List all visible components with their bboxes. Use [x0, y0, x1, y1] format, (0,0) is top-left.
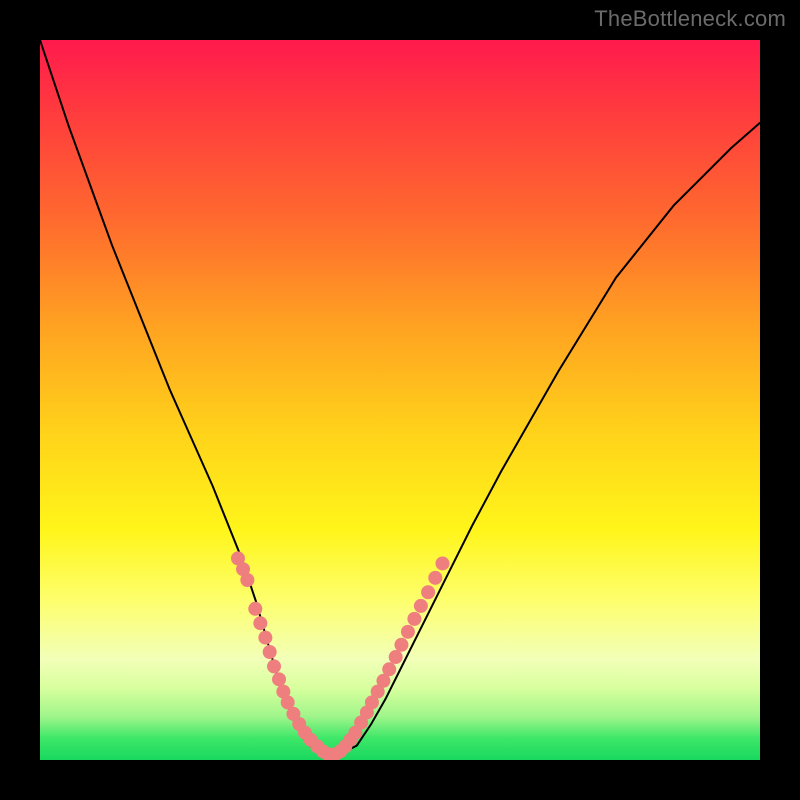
- plot-area: [40, 40, 760, 760]
- watermark-text: TheBottleneck.com: [594, 6, 786, 32]
- data-point: [240, 573, 254, 587]
- curve-layer: [40, 40, 760, 760]
- data-point: [389, 650, 403, 664]
- data-point: [382, 662, 396, 676]
- data-point: [414, 599, 428, 613]
- chart-frame: TheBottleneck.com: [0, 0, 800, 800]
- data-point: [258, 631, 272, 645]
- data-point: [248, 602, 262, 616]
- data-point: [421, 585, 435, 599]
- data-point: [401, 625, 415, 639]
- scatter-points: [231, 551, 449, 760]
- data-point: [263, 645, 277, 659]
- data-point: [435, 556, 449, 570]
- data-point: [428, 571, 442, 585]
- data-point: [394, 638, 408, 652]
- data-point: [267, 659, 281, 673]
- data-point: [272, 672, 286, 686]
- data-point: [407, 612, 421, 626]
- data-point: [253, 616, 267, 630]
